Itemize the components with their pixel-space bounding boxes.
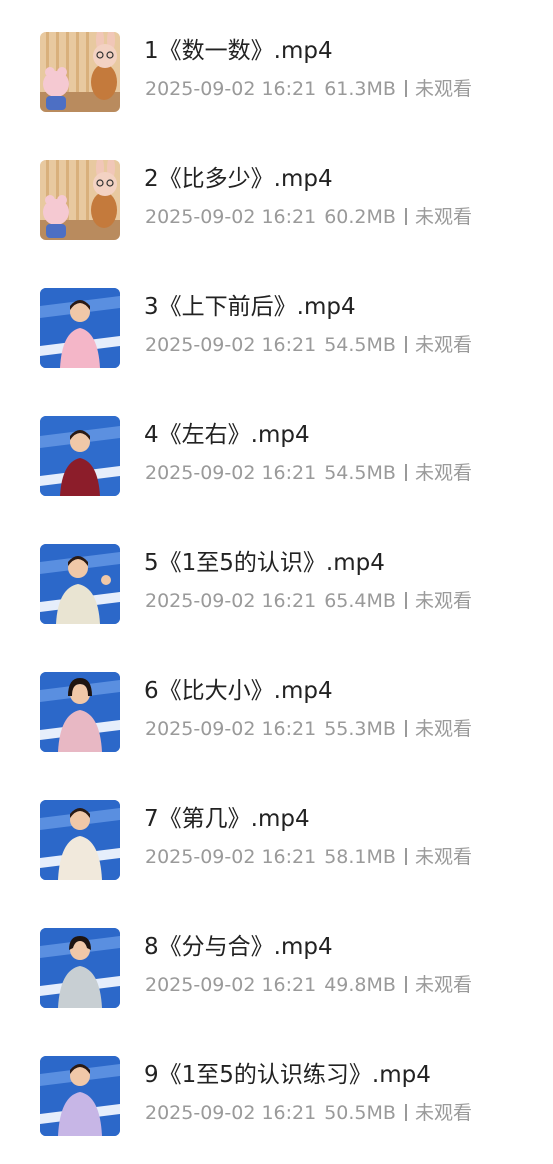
teacher-video-icon xyxy=(40,544,120,624)
teacher-video-icon xyxy=(40,672,120,752)
meta-divider xyxy=(404,80,407,97)
file-name: 2《比多少》.mp4 xyxy=(144,166,333,192)
file-row[interactable]: 5《1至5的认识》.mp4 2025-09-02 16:21 65.4MB 未观看 xyxy=(0,542,553,652)
watch-status: 未观看 xyxy=(414,846,472,868)
file-meta: 2025-09-02 16:21 58.1MB 未观看 xyxy=(145,844,472,870)
file-date: 2025-09-02 16:21 xyxy=(145,1102,317,1124)
watch-status: 未观看 xyxy=(414,206,472,228)
meta-divider xyxy=(404,720,407,737)
meta-divider xyxy=(404,976,407,993)
file-meta: 2025-09-02 16:21 65.4MB 未观看 xyxy=(145,588,472,614)
file-date: 2025-09-02 16:21 xyxy=(145,590,317,612)
watch-status: 未观看 xyxy=(414,1102,472,1124)
teacher-video-icon xyxy=(40,416,120,496)
file-meta: 2025-09-02 16:21 49.8MB 未观看 xyxy=(145,972,472,998)
watch-status: 未观看 xyxy=(414,974,472,996)
meta-divider xyxy=(404,848,407,865)
video-file-list: 1《数一数》.mp4 2025-09-02 16:21 61.3MB 未观看 2… xyxy=(0,0,553,1136)
watch-status: 未观看 xyxy=(414,78,472,100)
file-meta: 2025-09-02 16:21 55.3MB 未观看 xyxy=(145,716,472,742)
teacher-video-icon xyxy=(40,1056,120,1136)
watch-status: 未观看 xyxy=(414,462,472,484)
file-size: 60.2MB xyxy=(324,206,396,228)
file-row[interactable]: 8《分与合》.mp4 2025-09-02 16:21 49.8MB 未观看 xyxy=(0,926,553,1036)
cartoon-rabbit-icon xyxy=(40,160,120,240)
watch-status: 未观看 xyxy=(414,590,472,612)
file-size: 58.1MB xyxy=(324,846,396,868)
meta-divider xyxy=(404,464,407,481)
file-size: 54.5MB xyxy=(324,462,396,484)
file-row[interactable]: 4《左右》.mp4 2025-09-02 16:21 54.5MB 未观看 xyxy=(0,414,553,524)
file-row[interactable]: 3《上下前后》.mp4 2025-09-02 16:21 54.5MB 未观看 xyxy=(0,286,553,396)
teacher-video-icon xyxy=(40,928,120,1008)
meta-divider xyxy=(404,592,407,609)
watch-status: 未观看 xyxy=(414,334,472,356)
file-name: 1《数一数》.mp4 xyxy=(144,38,333,64)
teacher-video-icon xyxy=(40,288,120,368)
file-size: 54.5MB xyxy=(324,334,396,356)
file-date: 2025-09-02 16:21 xyxy=(145,206,317,228)
file-size: 55.3MB xyxy=(324,718,396,740)
watch-status: 未观看 xyxy=(414,718,472,740)
file-date: 2025-09-02 16:21 xyxy=(145,718,317,740)
cartoon-rabbit-icon xyxy=(40,32,120,112)
file-meta: 2025-09-02 16:21 54.5MB 未观看 xyxy=(145,332,472,358)
file-row[interactable]: 2《比多少》.mp4 2025-09-02 16:21 60.2MB 未观看 xyxy=(0,158,553,268)
file-name: 9《1至5的认识练习》.mp4 xyxy=(144,1062,431,1088)
meta-divider xyxy=(404,336,407,353)
file-size: 50.5MB xyxy=(324,1102,396,1124)
file-name: 4《左右》.mp4 xyxy=(144,422,310,448)
teacher-video-icon xyxy=(40,800,120,880)
file-meta: 2025-09-02 16:21 50.5MB 未观看 xyxy=(145,1100,472,1126)
file-date: 2025-09-02 16:21 xyxy=(145,974,317,996)
file-date: 2025-09-02 16:21 xyxy=(145,462,317,484)
file-size: 49.8MB xyxy=(324,974,396,996)
file-row[interactable]: 7《第几》.mp4 2025-09-02 16:21 58.1MB 未观看 xyxy=(0,798,553,908)
file-size: 65.4MB xyxy=(324,590,396,612)
meta-divider xyxy=(404,208,407,225)
file-meta: 2025-09-02 16:21 54.5MB 未观看 xyxy=(145,460,472,486)
file-name: 3《上下前后》.mp4 xyxy=(144,294,356,320)
file-meta: 2025-09-02 16:21 60.2MB 未观看 xyxy=(145,204,472,230)
file-name: 6《比大小》.mp4 xyxy=(144,678,333,704)
file-name: 7《第几》.mp4 xyxy=(144,806,310,832)
file-date: 2025-09-02 16:21 xyxy=(145,78,317,100)
file-row[interactable]: 6《比大小》.mp4 2025-09-02 16:21 55.3MB 未观看 xyxy=(0,670,553,780)
file-name: 5《1至5的认识》.mp4 xyxy=(144,550,385,576)
meta-divider xyxy=(404,1104,407,1121)
file-row[interactable]: 9《1至5的认识练习》.mp4 2025-09-02 16:21 50.5MB 未观… xyxy=(0,1054,553,1164)
file-name: 8《分与合》.mp4 xyxy=(144,934,333,960)
file-meta: 2025-09-02 16:21 61.3MB 未观看 xyxy=(145,76,472,102)
file-date: 2025-09-02 16:21 xyxy=(145,334,317,356)
file-row[interactable]: 1《数一数》.mp4 2025-09-02 16:21 61.3MB 未观看 xyxy=(0,30,553,140)
file-size: 61.3MB xyxy=(324,78,396,100)
file-date: 2025-09-02 16:21 xyxy=(145,846,317,868)
